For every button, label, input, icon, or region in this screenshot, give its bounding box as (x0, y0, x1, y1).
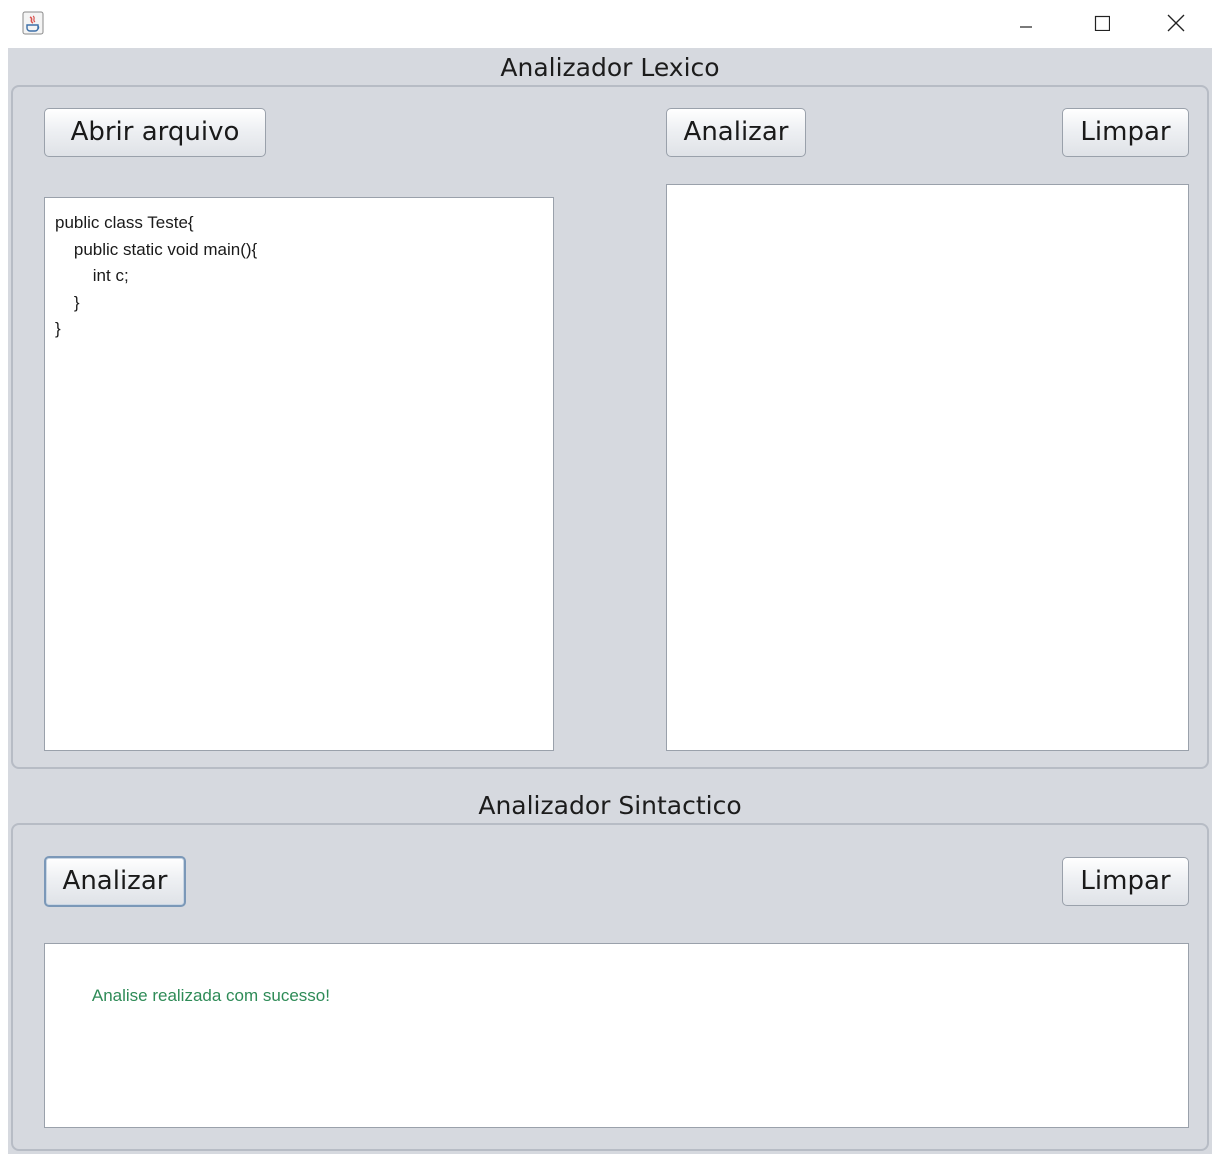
sintactico-output-area[interactable]: Analise realizada com sucesso! (44, 943, 1189, 1128)
minimize-icon (1020, 26, 1032, 28)
lexico-section-title: Analizador Lexico (500, 53, 720, 82)
lexico-analyze-button[interactable]: Analizar (666, 108, 806, 157)
maximize-icon (1094, 15, 1110, 31)
app-window: Analizador Lexico Abrir arquivo Analizar… (0, 0, 1212, 1154)
close-icon (1167, 14, 1185, 32)
content-area: Analizador Lexico Abrir arquivo Analizar… (8, 48, 1212, 1154)
source-code-editor[interactable]: public class Teste{ public static void m… (44, 197, 554, 751)
open-file-button[interactable]: Abrir arquivo (44, 108, 266, 157)
sintactico-section-title: Analizador Sintactico (478, 791, 742, 820)
lexico-output-area[interactable] (666, 184, 1189, 751)
title-bar (0, 0, 1212, 46)
lexico-panel: Abrir arquivo Analizar Limpar public cla… (11, 85, 1209, 769)
sintactico-analyze-button[interactable]: Analizar (44, 856, 186, 907)
maximize-button[interactable] (1064, 0, 1140, 46)
status-message: Analise realizada com sucesso! (91, 985, 330, 1005)
sintactico-panel: Analizar Limpar Analise realizada com su… (11, 823, 1209, 1151)
lexico-clear-button[interactable]: Limpar (1062, 108, 1189, 157)
java-app-icon (22, 11, 44, 35)
sintactico-clear-button[interactable]: Limpar (1062, 857, 1189, 906)
minimize-button[interactable] (988, 0, 1064, 46)
close-button[interactable] (1140, 0, 1212, 46)
